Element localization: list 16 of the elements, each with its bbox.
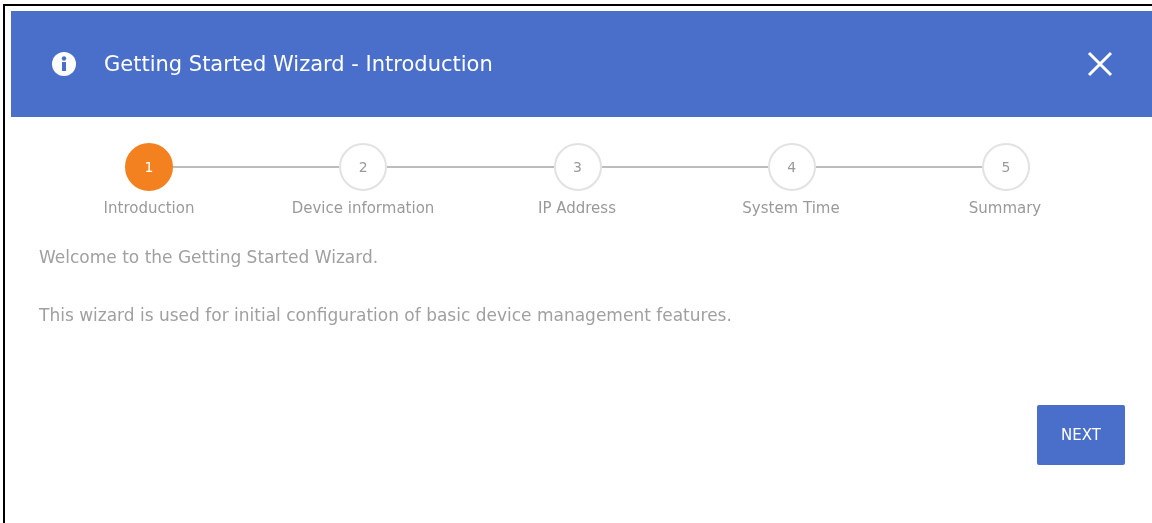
step-circle[interactable]: 2 [339,143,388,191]
step-circle[interactable]: 1 [125,143,173,191]
body-text: Welcome to the Getting Started Wizard. [39,247,380,267]
step-label: Summary [967,199,1043,217]
step-label: IP Address [537,199,617,217]
info-icon [52,52,76,76]
dialog-title: Getting Started Wizard - Introduction [104,52,494,76]
step-label: Introduction [102,199,196,217]
step-circle[interactable]: 3 [553,143,602,191]
step-circle[interactable]: 5 [982,143,1030,191]
close-icon[interactable] [1087,51,1113,77]
step-label: System Time [741,199,841,217]
body-text: This wizard is used for initial configuration of basic device management features. [39,305,733,325]
step-circle[interactable]: 4 [767,143,816,191]
next-button[interactable]: NEXT [1037,405,1125,465]
step-label: Device information [290,199,436,217]
